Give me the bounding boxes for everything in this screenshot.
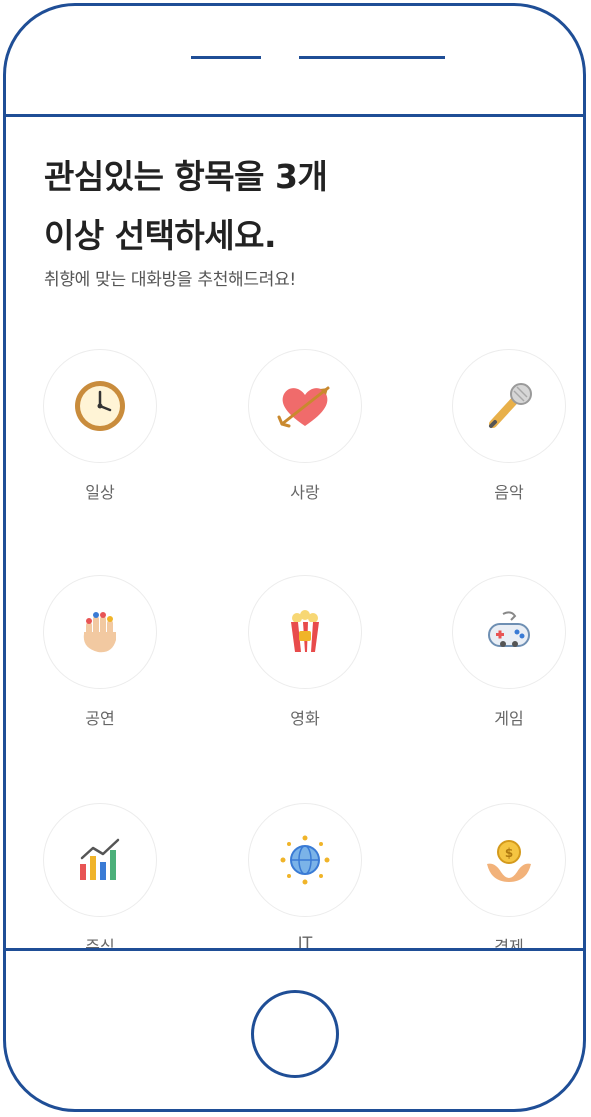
category-love-circle[interactable] bbox=[248, 349, 362, 463]
svg-text:$: $ bbox=[505, 846, 513, 860]
category-stocks-label: 주식 bbox=[85, 937, 115, 948]
screen: 관심있는 항목을 3개 이상 선택하세요. 취향에 맞는 대화방을 추천해드려요… bbox=[6, 117, 583, 948]
coin-hands-icon: $ bbox=[487, 840, 531, 882]
category-game-circle[interactable] bbox=[452, 575, 566, 689]
hand-icon bbox=[83, 612, 116, 653]
category-performance-circle[interactable] bbox=[43, 575, 157, 689]
category-music[interactable]: 음악 bbox=[439, 349, 579, 503]
globe-network-icon bbox=[280, 835, 330, 885]
category-grid: 일상 사랑 음악 공연 영화 게임 주식 IT $ 경제 bbox=[6, 117, 583, 948]
category-game[interactable]: 게임 bbox=[439, 575, 579, 729]
category-economy-label: 경제 bbox=[494, 937, 524, 948]
category-it-label: IT bbox=[297, 933, 313, 948]
category-performance[interactable]: 공연 bbox=[30, 575, 170, 729]
popcorn-icon bbox=[291, 610, 319, 652]
clock-icon bbox=[75, 381, 125, 431]
home-button[interactable] bbox=[251, 990, 339, 1078]
speaker-right-line bbox=[299, 56, 445, 59]
category-movie[interactable]: 영화 bbox=[235, 575, 375, 729]
category-it-circle[interactable] bbox=[248, 803, 362, 917]
category-music-circle[interactable] bbox=[452, 349, 566, 463]
category-daily-label: 일상 bbox=[85, 483, 115, 502]
category-love-label: 사랑 bbox=[290, 483, 320, 502]
category-movie-circle[interactable] bbox=[248, 575, 362, 689]
category-economy-circle[interactable]: $ bbox=[452, 803, 566, 917]
category-love[interactable]: 사랑 bbox=[235, 349, 375, 503]
heart-arrow-icon bbox=[277, 386, 330, 428]
category-movie-label: 영화 bbox=[290, 709, 320, 728]
gamepad-icon bbox=[488, 611, 530, 647]
category-daily[interactable]: 일상 bbox=[30, 349, 170, 503]
category-game-label: 게임 bbox=[494, 709, 524, 728]
chart-icon bbox=[80, 838, 120, 880]
category-stocks[interactable]: 주식 bbox=[30, 803, 170, 948]
screen-bottom-border bbox=[6, 948, 583, 951]
category-music-label: 음악 bbox=[494, 483, 524, 502]
category-daily-circle[interactable] bbox=[43, 349, 157, 463]
category-economy[interactable]: $ 경제 bbox=[439, 803, 579, 948]
category-stocks-circle[interactable] bbox=[43, 803, 157, 917]
category-it[interactable]: IT bbox=[235, 803, 375, 948]
microphone-icon bbox=[489, 383, 532, 428]
speaker-left-line bbox=[191, 56, 261, 59]
phone-frame: 관심있는 항목을 3개 이상 선택하세요. 취향에 맞는 대화방을 추천해드려요… bbox=[3, 3, 586, 1112]
category-performance-label: 공연 bbox=[85, 709, 115, 728]
